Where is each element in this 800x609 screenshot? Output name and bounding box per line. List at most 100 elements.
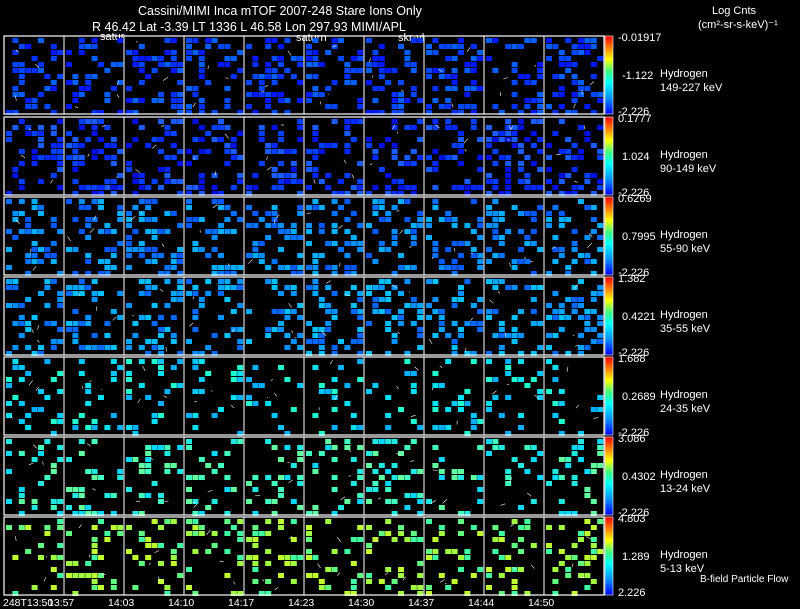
heatmap-cell [224,279,231,284]
heatmap-cell [205,463,212,468]
heatmap-cell [385,481,392,486]
heatmap-cell [477,487,484,492]
heatmap-cell [290,537,297,542]
heatmap-cell [205,279,212,284]
heatmap-cell [546,167,552,172]
heatmap-cell [132,179,139,184]
heatmap-cell [110,413,117,418]
heatmap-cell [477,223,484,228]
heatmap-cell [211,265,218,270]
heatmap-cell [91,74,98,79]
heatmap-cell [271,259,278,264]
heatmap-cell [85,573,92,578]
heatmap-cell [464,321,471,326]
heatmap-cell [571,92,578,97]
heatmap-cell [145,543,152,548]
heatmap-cell [391,104,398,109]
heatmap-cell [451,303,458,308]
heatmap-cell [312,339,319,344]
heatmap-cell [546,481,552,486]
heatmap-cell [552,579,559,584]
heatmap-cell [132,205,139,210]
bfield-arrow [287,50,292,56]
heatmap-cell [138,537,145,542]
heatmap-cell [511,259,518,264]
heatmap-cell [530,241,537,246]
heatmap-cell [584,531,591,536]
heatmap-cell [331,265,338,270]
bfield-arrow [500,503,506,506]
heatmap-cell [552,469,559,474]
heatmap-cell [438,104,445,109]
colorbar-max-label: -0.01917 [618,32,662,44]
heatmap-cell [164,585,171,590]
heatmap-cell [458,297,464,302]
heatmap-cell [331,291,338,296]
heatmap-cell [138,531,145,536]
heatmap-cell [211,413,218,418]
heatmap-cell [477,445,484,450]
heatmap-cell [558,549,565,554]
heatmap-cell [151,56,158,61]
heatmap-cell [91,345,98,350]
heatmap-cell [198,217,205,222]
heatmap-cell [372,285,379,290]
heatmap-cell [350,457,357,462]
bfield-arrow [219,560,224,563]
bfield-arrow [165,346,167,352]
energy-label: 149-227 keV [660,82,723,94]
heatmap-cell [297,345,304,350]
bfield-arrow [586,536,592,540]
heatmap-cell [271,445,278,450]
heatmap-cell [78,143,85,148]
heatmap-cell [230,149,237,154]
heatmap-cell [306,98,312,103]
heatmap-cell [57,525,64,530]
heatmap-cell [378,309,385,314]
heatmap-cell [31,259,38,264]
heatmap-cell [246,104,252,109]
heatmap-cell [186,499,192,504]
heatmap-cell [31,149,38,154]
heatmap-cell [366,68,372,73]
heatmap-cell [366,291,372,296]
time-tick-label: 13:57 [48,597,75,609]
heatmap-cell [312,573,319,578]
heatmap-cell [78,359,85,364]
heatmap-cell [378,217,385,222]
heatmap-cell [571,309,578,314]
heatmap-cell [297,457,304,462]
heatmap-cell [145,493,152,498]
heatmap-cell [25,371,32,376]
heatmap-cell [98,199,104,204]
bfield-arrow [369,58,371,63]
heatmap-cell [230,265,237,270]
energy-label: 5-13 keV [660,563,705,575]
heatmap-cell [464,179,471,184]
heatmap-cell [132,137,139,142]
heatmap-cell [558,56,565,61]
heatmap-cell [164,125,171,130]
heatmap-cell [138,383,145,388]
heatmap-cell [237,561,244,566]
heatmap-cell [50,56,57,61]
heatmap-cell [505,167,512,172]
heatmap-cell [552,333,559,338]
heatmap-cell [350,285,357,290]
heatmap-cell [546,223,552,228]
heatmap-cell [18,377,25,382]
heatmap-cell [198,303,205,308]
heatmap-cell [297,137,304,142]
bfield-arrow [593,417,599,419]
heatmap-cell [192,549,199,554]
heatmap-cell [486,451,492,456]
heatmap-cell [110,377,117,382]
heatmap-cell [331,315,338,320]
bfield-arrow [233,581,236,585]
heatmap-cell [565,463,572,468]
heatmap-cell [192,291,199,296]
heatmap-cell [91,199,98,204]
heatmap-cell [126,345,132,350]
heatmap-cell [571,98,578,103]
heatmap-cell [438,525,445,530]
